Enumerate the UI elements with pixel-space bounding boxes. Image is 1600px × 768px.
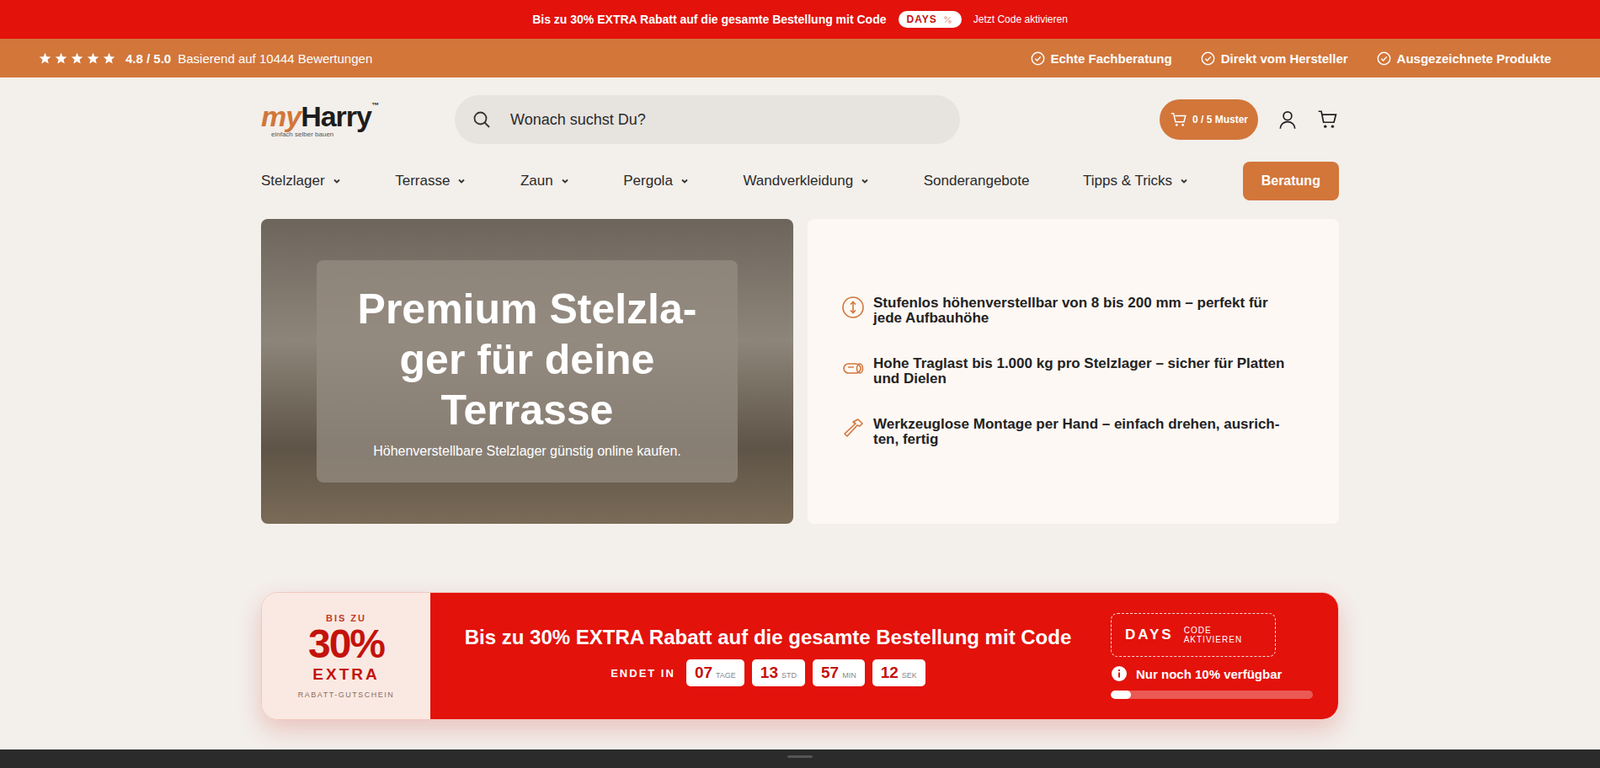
chevron-down-icon: [1178, 176, 1190, 187]
promo-top-bar: Bis zu 30% EXTRA Rabatt auf die gesamte …: [0, 0, 1600, 39]
chevron-down-icon: [456, 176, 467, 187]
promo-banner: BIS ZU30%EXTRARABATT-GUTSCHEIN Bis zu 30%…: [261, 592, 1339, 720]
code-pill[interactable]: DAYS: [898, 10, 962, 28]
star-icon: [54, 52, 68, 65]
nav-item[interactable]: Stelzlager: [261, 172, 342, 190]
promo-content: Bis zu 30% EXTRA Rabatt auf die gesamte …: [430, 592, 1339, 720]
rating-bar: 4.8 / 5.0 Basierend auf 10444 Bewertungen…: [0, 38, 1600, 78]
availability: Nur noch 10% verfügbar: [1110, 665, 1313, 683]
feature-card: Stufenlos höhenverstellbar von 8 bis 200…: [807, 218, 1339, 524]
chevron-down-icon: [859, 176, 870, 187]
availability-bar: [1110, 690, 1313, 699]
availability-fill: [1110, 690, 1131, 699]
header-actions: 0 / 5 Muster: [1159, 99, 1339, 140]
chevron-down-icon: [560, 176, 571, 187]
stars: [38, 52, 116, 65]
countdown-box: 07TAGE: [686, 659, 745, 687]
search-field[interactable]: [454, 95, 960, 144]
check-circle-icon: [1200, 51, 1216, 66]
rating-score: 4.8 / 5.0: [125, 51, 171, 66]
sample-cart-icon: [1169, 110, 1189, 129]
check-circle-icon: [1376, 51, 1392, 66]
hero-card: Premium Stelzla-ger für deineTerrasse Höh…: [316, 260, 738, 483]
promo-text: Bis zu 30% EXTRA Rabatt auf die gesamte …: [532, 12, 886, 27]
trust-item: Ausgezeichnete Produkte: [1376, 51, 1552, 66]
user-icon[interactable]: [1276, 108, 1299, 131]
hammer-icon: [841, 416, 865, 441]
hero: Premium Stelzla-ger für deineTerrasse Höh…: [261, 218, 1339, 524]
nav-item[interactable]: Sonderangebote: [923, 172, 1030, 190]
handle[interactable]: [787, 755, 813, 758]
hero-subtitle: Höhenverstellbare Stelzlager günstig onl…: [373, 443, 682, 459]
samples-button[interactable]: 0 / 5 Muster: [1159, 99, 1259, 140]
header: myHarry™einfach selber bauen 0 / 5 Muster: [261, 95, 1339, 144]
nav-item[interactable]: Tipps & Tricks: [1082, 172, 1190, 190]
code-box[interactable]: DAYSCODE AKTIVIEREN: [1110, 613, 1276, 657]
trust-item: Echte Fachberatung: [1030, 51, 1173, 66]
feature-item: Werkzeuglose Montage per Hand – einfach …: [841, 416, 1306, 448]
countdown-box: 13STD: [752, 659, 806, 687]
chevron-down-icon: [679, 176, 690, 187]
star-icon: [70, 52, 84, 65]
hero-image: Premium Stelzla-ger für deineTerrasse Höh…: [261, 218, 794, 524]
bottom-strip: [0, 749, 1600, 768]
code-text: DAYS: [906, 13, 938, 26]
star-icon: [38, 52, 52, 65]
activate-code-link[interactable]: Jetzt Code aktivieren: [973, 13, 1068, 26]
nav-item[interactable]: Pergola: [623, 172, 690, 190]
rating: 4.8 / 5.0 Basierend auf 10444 Bewertungen: [38, 51, 373, 66]
feature-text: Werkzeuglose Montage per Hand – einfach …: [873, 416, 1280, 448]
nav-item[interactable]: Terrasse: [394, 172, 467, 190]
feature-text: Hohe Traglast bis 1.000 kg pro Stelzlage…: [873, 356, 1285, 387]
chevron-down-icon: [331, 176, 342, 187]
cart-icon[interactable]: [1317, 108, 1339, 131]
star-icon: [86, 52, 100, 65]
countdown: ENDET IN 07TAGE13STD57MIN12SEK: [610, 659, 926, 687]
feature-item: Hohe Traglast bis 1.000 kg pro Stelzlage…: [841, 356, 1306, 387]
feature-text: Stufenlos höhenverstellbar von 8 bis 200…: [873, 295, 1269, 326]
trust-item: Direkt vom Hersteller: [1200, 51, 1349, 66]
star-icon: [102, 52, 116, 65]
log-load-icon: [841, 356, 865, 380]
info-icon: [1110, 665, 1128, 683]
promo-headline: Bis zu 30% EXTRA Rabatt auf die gesamte …: [464, 625, 1072, 650]
page: Bis zu 30% EXTRA Rabatt auf die gesamte …: [0, 0, 1600, 768]
countdown-box: 57MIN: [812, 659, 865, 687]
nav-item[interactable]: Zaun: [520, 172, 571, 190]
feature-item: Stufenlos höhenverstellbar von 8 bis 200…: [841, 295, 1306, 326]
countdown-box: 12SEK: [872, 659, 926, 687]
logo[interactable]: myHarry™einfach selber bauen: [261, 101, 388, 139]
main-nav: Stelzlager Terrasse Zaun Pergola Wandverklei…: [261, 160, 1339, 202]
check-circle-icon: [1030, 51, 1046, 66]
nav-item[interactable]: Wandverkleidung: [742, 172, 870, 190]
trust-items: Echte Fachberatung Direkt vom Hersteller A…: [1030, 51, 1552, 66]
countdown-label: ENDET IN: [610, 666, 676, 680]
rating-reviews: Basierend auf 10444 Bewertungen: [177, 51, 373, 66]
search-icon: [471, 109, 492, 130]
height-adjust-icon: [841, 295, 865, 320]
search-input[interactable]: [508, 110, 944, 130]
discount-badge: BIS ZU30%EXTRARABATT-GUTSCHEIN: [261, 592, 431, 720]
percent-tag-icon: [942, 14, 954, 26]
consultation-button[interactable]: Beratung: [1242, 161, 1339, 201]
hero-title: Premium Stelzla-ger für deineTerrasse: [357, 283, 698, 436]
